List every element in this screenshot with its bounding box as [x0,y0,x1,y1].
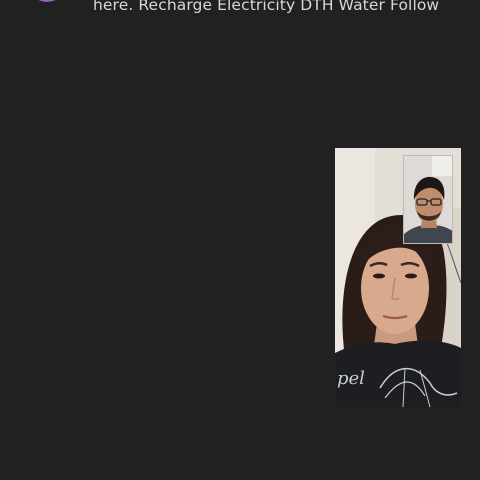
notification-text[interactable]: here. Recharge Electricity DTH Water Fol… [93,0,439,14]
svg-text:pel: pel [337,368,365,389]
app-avatar-icon[interactable] [28,0,66,2]
self-video-feed[interactable] [403,155,453,244]
self-participant-image [404,156,452,243]
video-call-screen: here. Recharge Electricity DTH Water Fol… [0,0,480,480]
